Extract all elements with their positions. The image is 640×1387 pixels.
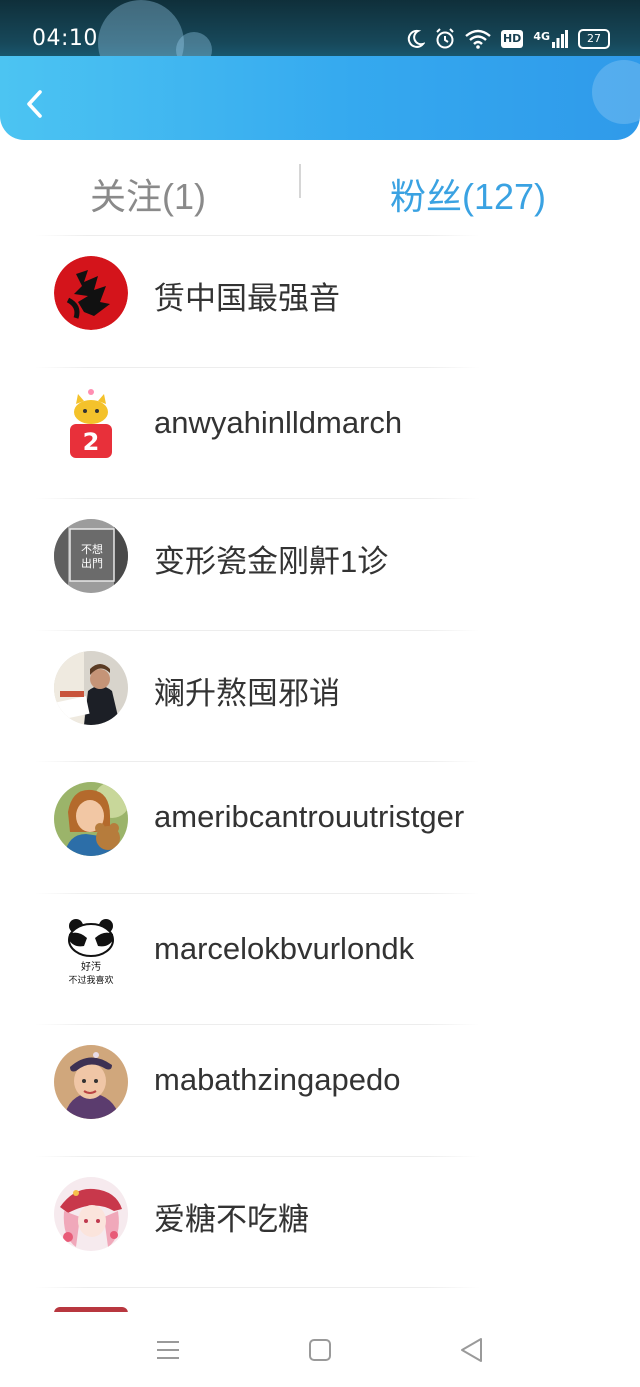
wifi-icon — [465, 29, 491, 49]
avatar[interactable]: 不想出門 — [54, 519, 128, 593]
panda-meme-avatar: 好汚 不过我喜欢 — [54, 913, 128, 988]
top-app-bar — [0, 56, 640, 140]
person-with-hat-avatar — [54, 1045, 128, 1119]
tab-fans[interactable]: 粉丝(127) — [390, 168, 546, 220]
text-sign-avatar: 不想出門 — [54, 519, 128, 593]
fan-name[interactable]: 赁中国最强音 — [154, 273, 340, 318]
avatar[interactable]: 2 — [54, 387, 128, 462]
list-item[interactable]: mabathzingapedo — [0, 1024, 640, 1156]
girl-with-teddy-bear-avatar — [54, 782, 128, 856]
tab-bar: 关注(1) 粉丝(127) — [0, 150, 640, 234]
list-item[interactable]: 爱糖不吃糖 — [0, 1155, 640, 1288]
list-item[interactable]: 好汚 不过我喜欢 marcelokbvurlondk — [0, 892, 640, 1025]
signal-bars-icon — [552, 30, 568, 48]
battery-icon: 27 — [578, 29, 610, 49]
status-time: 04:10 — [32, 26, 98, 51]
network-type: 4G — [533, 30, 550, 43]
moon-icon — [407, 29, 425, 48]
fans-list: 赁中国最强音 2 anwyahinlldmarch 不想出門 变形瓷金刚鼾1诊 … — [0, 235, 640, 1317]
signal-indicator: 4G — [533, 30, 568, 48]
battery-level: 27 — [587, 32, 601, 45]
panda-caption-top: 好汚 — [81, 960, 101, 973]
fan-name[interactable]: mabathzingapedo — [154, 1062, 400, 1098]
avatar[interactable] — [54, 256, 128, 330]
avatar[interactable] — [54, 782, 128, 856]
fan-name[interactable]: marcelokbvurlondk — [154, 931, 414, 967]
fan-name[interactable]: ameribcantrouutristger — [154, 799, 464, 835]
alarm-icon — [436, 28, 454, 49]
list-item[interactable]: 不想出門 变形瓷金刚鼾1诊 — [0, 498, 640, 630]
avatar[interactable] — [54, 650, 128, 725]
chevron-left-icon[interactable] — [20, 84, 50, 124]
avatar[interactable] — [54, 1176, 128, 1251]
back-triangle-icon[interactable] — [456, 1334, 488, 1366]
list-item[interactable]: 斓升熬囤邪诮 — [0, 629, 640, 762]
fan-name[interactable]: 爱糖不吃糖 — [154, 1194, 309, 1239]
home-square-icon[interactable] — [304, 1334, 336, 1366]
anime-girl-avatar — [54, 1176, 128, 1251]
list-item[interactable]: 2 anwyahinlldmarch — [0, 366, 640, 499]
fan-name[interactable]: anwyahinlldmarch — [154, 405, 402, 441]
list-item[interactable]: ameribcantrouutristger — [0, 761, 640, 893]
tab-divider — [299, 164, 301, 198]
avatar[interactable]: 好汚 不过我喜欢 — [54, 913, 128, 988]
list-item[interactable]: 赁中国最强音 — [0, 235, 640, 367]
fu-character-avatar — [54, 256, 128, 330]
hd-badge: HD — [500, 30, 524, 48]
panda-caption-bottom: 不过我喜欢 — [68, 974, 113, 986]
man-at-desk-avatar — [54, 650, 128, 725]
cartoon-cat-number-2-avatar: 2 — [54, 387, 128, 462]
system-navigation-bar — [0, 1312, 640, 1387]
fan-name[interactable]: 变形瓷金刚鼾1诊 — [154, 536, 388, 581]
badge-number: 2 — [83, 428, 100, 456]
status-icons: HD 4G 27 — [407, 26, 610, 52]
fan-name[interactable]: 斓升熬囤邪诮 — [154, 668, 340, 713]
avatar[interactable] — [54, 1045, 128, 1119]
tab-following[interactable]: 关注(1) — [90, 168, 206, 220]
decorative-bubble — [592, 60, 640, 124]
menu-icon[interactable] — [152, 1334, 184, 1366]
